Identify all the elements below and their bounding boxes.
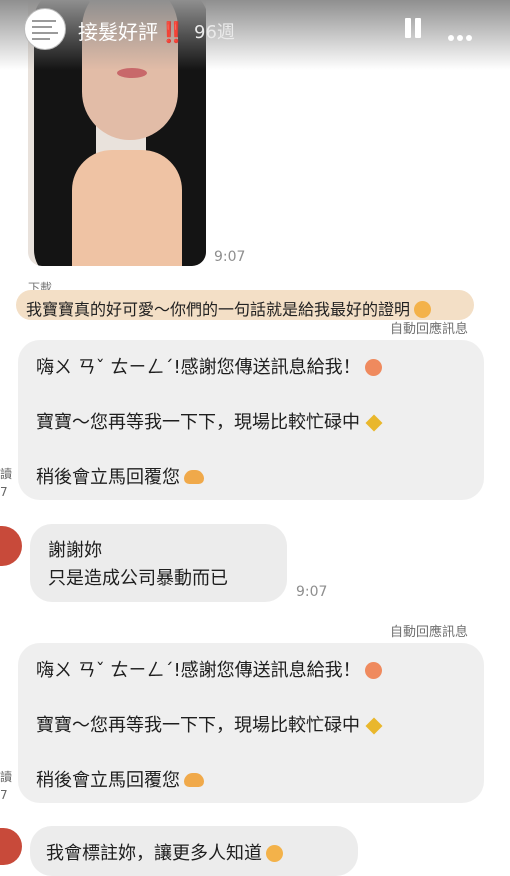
auto-reply2-line-2: 寶寶～您再等我一下下，現場比較忙碌中	[36, 711, 383, 737]
tag-message: 我會標註妳，讓更多人知道	[46, 839, 283, 865]
sparkle-emoji	[365, 414, 383, 432]
edge-read-label: 讀	[0, 467, 13, 481]
photo-shirt	[72, 150, 182, 266]
smiling-emoji	[266, 845, 283, 862]
story-age: 96週	[194, 22, 235, 43]
blush-emoji	[364, 662, 382, 679]
blush-emoji	[364, 359, 382, 376]
thanks-line-1: 謝謝妳	[48, 540, 102, 561]
profile-avatar[interactable]	[24, 8, 66, 50]
smiling-emoji	[414, 301, 432, 318]
auto-reply-line-3-text: 稍後會立馬回覆您	[36, 467, 180, 488]
auto-reply2-line-1-text: 嗨ㄨ ㄢˇ ㄊㄧㄥˊ!感謝您傳送訊息給我！	[36, 660, 361, 681]
story-top-gradient	[0, 0, 510, 70]
edge-read-count: 7	[0, 485, 8, 499]
sender-avatar-2[interactable]	[0, 828, 22, 865]
auto-reply-line-2-text: 寶寶～您再等我一下下，現場比較忙碌中	[36, 412, 360, 433]
auto-reply-line-2: 寶寶～您再等我一下下，現場比較忙碌中	[36, 408, 383, 434]
highlight-message: 我寶寶真的好可愛～你們的一句話就是給我最好的證明	[26, 296, 432, 320]
account-name-text[interactable]: 接髮好評	[78, 20, 158, 44]
auto-reply2-line-2-text: 寶寶～您再等我一下下，現場比較忙碌中	[36, 715, 360, 736]
edge-read-count-2: 7	[0, 788, 8, 802]
sparkle-emoji	[365, 717, 383, 735]
auto-reply2-line-1: 嗨ㄨ ㄢˇ ㄊㄧㄥˊ!感謝您傳送訊息給我！	[36, 656, 382, 682]
tag-message-text: 我會標註妳，讓更多人知道	[46, 843, 262, 864]
heart-icon[interactable]	[391, 805, 425, 837]
alert-badge: ‼️	[160, 20, 185, 44]
heart-hands-emoji	[184, 773, 204, 787]
sender-avatar[interactable]	[0, 526, 22, 566]
thanks-line-2: 只是造成公司暴動而已	[48, 568, 228, 589]
heart-hands-emoji	[184, 470, 204, 484]
auto-reply-label: 自動回應訊息	[390, 322, 469, 337]
edge-read-label-2: 讀	[0, 770, 13, 784]
auto-reply2-line-3-text: 稍後會立馬回覆您	[36, 770, 180, 791]
send-icon[interactable]	[444, 806, 478, 838]
auto-reply2-line-3: 稍後會立馬回覆您	[36, 766, 204, 792]
auto-reply-label-2: 自動回應訊息	[390, 625, 469, 640]
account-name[interactable]: 接髮好評 ‼️	[78, 16, 185, 45]
auto-reply-line-1-text: 嗨ㄨ ㄢˇ ㄊㄧㄥˊ!感謝您傳送訊息給我！	[36, 357, 361, 378]
thanks-timestamp: 9:07	[296, 584, 328, 600]
pause-icon[interactable]	[404, 18, 422, 38]
auto-reply-line-3: 稍後會立馬回覆您	[36, 463, 204, 489]
photo-timestamp: 9:07	[214, 249, 246, 265]
auto-reply-line-1: 嗨ㄨ ㄢˇ ㄊㄧㄥˊ!感謝您傳送訊息給我！	[36, 353, 382, 379]
highlight-message-text: 我寶寶真的好可愛～你們的一句話就是給我最好的證明	[26, 300, 411, 319]
more-icon[interactable]	[448, 26, 475, 45]
